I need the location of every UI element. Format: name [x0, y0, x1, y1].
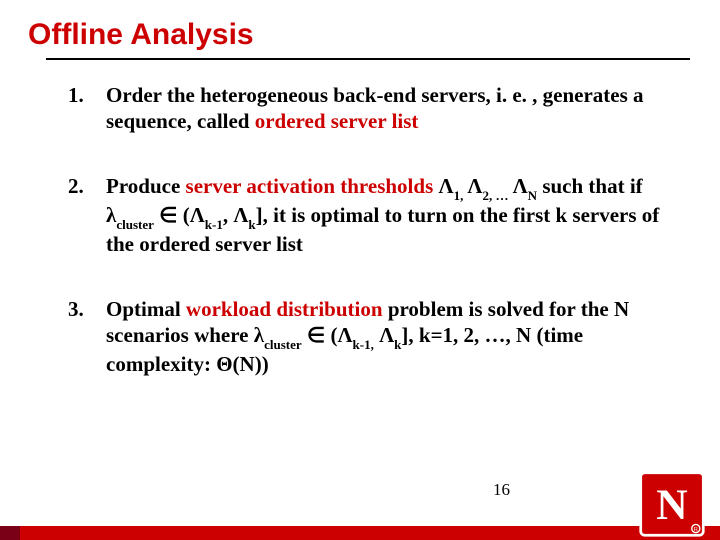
footer-bar	[0, 526, 720, 540]
logo-letter: N	[656, 481, 687, 529]
item-text: Produce server activation thresholds Λ1,…	[106, 174, 659, 257]
nebraska-logo-icon: N R	[638, 470, 706, 538]
slide-content: Order the heterogeneous back-end servers…	[0, 60, 720, 378]
numbered-list: Order the heterogeneous back-end servers…	[62, 82, 680, 378]
list-item: Optimal workload distribution problem is…	[62, 296, 680, 378]
item-text: Optimal workload distribution problem is…	[106, 297, 629, 377]
page-number: 16	[493, 480, 510, 500]
footer-accent	[0, 526, 20, 540]
list-item: Produce server activation thresholds Λ1,…	[62, 173, 680, 258]
item-emphasis: ordered server list	[255, 109, 419, 133]
slide-title: Offline Analysis	[0, 0, 720, 58]
slide: Offline Analysis Order the heterogeneous…	[0, 0, 720, 540]
list-item: Order the heterogeneous back-end servers…	[62, 82, 680, 135]
svg-text:R: R	[694, 527, 698, 533]
